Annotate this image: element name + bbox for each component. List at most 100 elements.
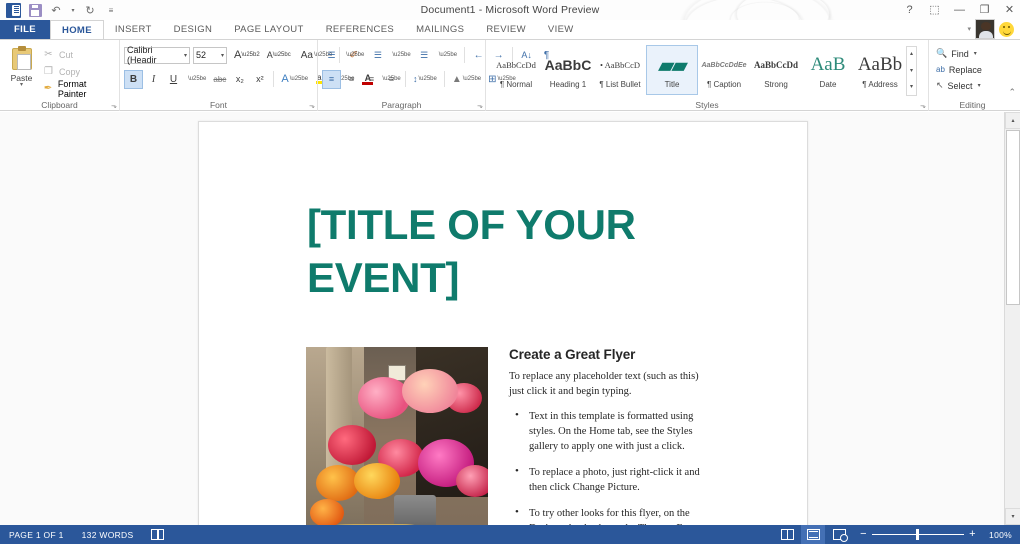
font-size-input[interactable]: 52 ▾ [193,47,227,64]
zoom-out-button[interactable]: − [859,530,868,539]
tab-design[interactable]: DESIGN [163,20,224,39]
align-right-button[interactable]: ≡ [362,70,381,89]
word-count[interactable]: 132 WORDS [73,525,143,544]
copy-button[interactable]: ❐ Copy [39,64,115,79]
document-title-text[interactable]: [TITLE OF YOUR EVENT] [307,198,727,304]
font-size-caret-icon[interactable]: ▾ [221,52,224,59]
send-a-smile-icon[interactable] [999,22,1014,37]
select-caret-icon[interactable]: ▾ [978,82,981,89]
style-item-normal[interactable]: AaBbCcDd ¶ Normal [490,45,542,95]
minimize-icon[interactable]: — [953,5,966,16]
scroll-down-arrow-icon[interactable]: ▾ [1005,508,1020,525]
document-canvas[interactable]: [TITLE OF YOUR EVENT] Create a Great Fly… [0,112,1020,525]
list-item[interactable]: To replace a photo, just right-click it … [509,465,704,495]
web-layout-button[interactable] [827,525,851,544]
font-name-input[interactable]: Calibri (Headir ▾ [124,47,190,64]
style-item-address[interactable]: AaBb ¶ Address [854,45,906,95]
replace-button[interactable]: ab Replace [933,62,985,77]
paragraph-dialog-launcher-icon[interactable]: ⬎ [477,102,483,110]
multilevel-caret-icon[interactable]: \u25be [435,46,460,65]
vertical-scrollbar[interactable]: ▴ ▾ [1004,112,1020,525]
styles-more-icon[interactable]: ▾ [910,80,913,95]
body-heading[interactable]: Create a Great Flyer [509,347,704,362]
italic-button[interactable]: I [144,70,163,89]
styles-scroll-down-icon[interactable]: ▾ [910,64,913,79]
customize-qat-icon[interactable]: ≡ [104,3,118,17]
list-item[interactable]: Text in this template is formatted using… [509,409,704,454]
style-item-caption[interactable]: AaBbCcDdEe ¶ Caption [698,45,750,95]
justify-button[interactable]: ≡ [382,70,401,89]
zoom-level[interactable]: 100% [985,530,1012,540]
redo-icon[interactable]: ↻ [83,3,97,17]
numbering-button[interactable]: ☰ [368,46,387,65]
close-icon[interactable]: ✕ [1003,5,1016,16]
align-center-button[interactable]: ≡ [342,70,361,89]
cut-button[interactable]: ✂ Cut [39,47,115,62]
list-item[interactable]: To try other looks for this flyer, on th… [509,506,704,525]
style-item-title[interactable]: ▰▰ Title [646,45,698,95]
avatar[interactable] [975,19,995,39]
read-mode-button[interactable] [775,525,799,544]
underline-button[interactable]: U [164,70,183,89]
grow-font-button[interactable]: A\u25b2 [231,46,263,65]
undo-icon[interactable]: ↶ [49,3,63,17]
zoom-track[interactable] [872,534,964,535]
bold-button[interactable]: B [124,70,143,89]
collapse-ribbon-icon[interactable]: ⌃ [1008,87,1016,98]
page-indicator[interactable]: PAGE 1 OF 1 [0,525,73,544]
scrollbar-thumb[interactable] [1006,130,1020,305]
font-name-caret-icon[interactable]: ▾ [184,52,187,59]
strikethrough-button[interactable]: abc [210,70,229,89]
account-caret-icon[interactable]: ▾ [967,25,971,33]
tab-file[interactable]: FILE [0,20,50,39]
restore-icon[interactable]: ❐ [978,5,991,16]
scroll-up-arrow-icon[interactable]: ▴ [1005,112,1020,129]
paste-caret-icon[interactable]: ▾ [20,83,23,88]
zoom-slider[interactable]: − + [853,530,983,539]
tab-home[interactable]: HOME [50,20,104,39]
shading-button[interactable]: ▲\u25be [449,70,484,89]
undo-caret-icon[interactable]: ▾ [70,3,76,17]
numbering-caret-icon[interactable]: \u25be [388,46,413,65]
help-icon[interactable]: ? [903,5,916,16]
superscript-button[interactable]: x² [250,70,269,89]
tab-references[interactable]: REFERENCES [315,20,405,39]
subscript-button[interactable]: x₂ [230,70,249,89]
document-page[interactable]: [TITLE OF YOUR EVENT] Create a Great Fly… [198,121,808,525]
find-caret-icon[interactable]: ▾ [974,50,977,57]
format-painter-button[interactable]: ✒ Format Painter [39,81,115,96]
flower-shop-photo[interactable] [306,347,488,525]
ribbon-display-options-icon[interactable]: ⬚ [928,5,941,16]
save-icon[interactable] [28,3,42,17]
tab-insert[interactable]: INSERT [104,20,163,39]
zoom-thumb[interactable] [916,529,919,540]
tab-page-layout[interactable]: PAGE LAYOUT [223,20,315,39]
styles-scroll-up-icon[interactable]: ▴ [910,47,913,62]
ribbon-tab-strip: FILE HOME INSERT DESIGN PAGE LAYOUT REFE… [0,20,1020,39]
style-item-heading-1[interactable]: AaBbC Heading 1 [542,45,594,95]
bullets-button[interactable]: ☰ [322,46,341,65]
select-button[interactable]: ↖ Select ▾ [933,78,985,93]
find-button[interactable]: 🔍 Find ▾ [933,46,985,61]
zoom-in-button[interactable]: + [968,530,977,539]
clipboard-dialog-launcher-icon[interactable]: ⬎ [111,102,117,110]
tab-mailings[interactable]: MAILINGS [405,20,475,39]
font-dialog-launcher-icon[interactable]: ⬎ [309,102,315,110]
paste-button[interactable]: Paste ▾ [4,44,39,88]
style-item-list-bullet[interactable]: • AaBbCcD ¶ List Bullet [594,45,646,95]
underline-caret-icon[interactable]: \u25be [184,70,209,89]
multilevel-list-button[interactable]: ☰ [415,46,434,65]
shrink-font-button[interactable]: A\u25bc [264,46,294,65]
style-item-date[interactable]: AaB Date [802,45,854,95]
tab-view[interactable]: VIEW [537,20,585,39]
body-intro-paragraph[interactable]: To replace any placeholder text (such as… [509,369,704,399]
styles-dialog-launcher-icon[interactable]: ⬎ [920,102,926,110]
tab-review[interactable]: REVIEW [475,20,537,39]
bullets-caret-icon[interactable]: \u25be [342,46,367,65]
style-item-strong[interactable]: AaBbCcDd Strong [750,45,802,95]
line-spacing-button[interactable]: ↕\u25be [410,70,440,89]
print-layout-button[interactable] [801,525,825,544]
align-left-button[interactable]: ≡ [322,70,341,89]
proofing-errors-icon[interactable] [142,525,173,544]
text-effects-button[interactable]: A\u25be [278,70,311,89]
